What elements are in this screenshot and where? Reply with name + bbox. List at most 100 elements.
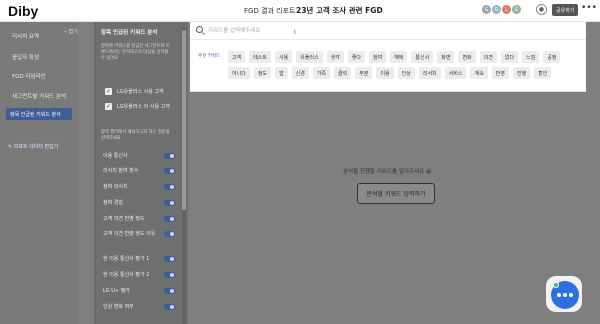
toggle-label: 참여 경험 — [103, 200, 123, 206]
filter-toggle-row[interactable]: 현 이용 통신사 평가 1 — [103, 256, 175, 263]
toggle-switch[interactable] — [164, 256, 175, 262]
keyword-search-input[interactable] — [208, 25, 508, 37]
checkbox-checked-icon[interactable]: ✓ — [105, 87, 112, 95]
toggle-label: LG U+ 평가 — [103, 288, 130, 294]
toggle-switch[interactable] — [164, 272, 175, 278]
keyword-tag[interactable]: 혜택 — [390, 51, 408, 63]
report-data-editor-link[interactable]: ✎ 리포트 데이터 편집기 — [8, 143, 58, 150]
more-menu-icon[interactable]: ••• — [581, 3, 597, 13]
panel-description: 항목에 키워드를 언급한 세그먼트와 트렌드에서는 분석하고자 대상을 선택할 … — [101, 44, 170, 61]
keyword-tag[interactable]: 가족 — [312, 67, 331, 79]
toggle-switch[interactable] — [164, 184, 175, 190]
report-data-editor-label: 리포트 데이터 편집기 — [13, 144, 59, 150]
toggle-switch[interactable] — [164, 288, 175, 294]
toggle-label: 고객 의견 반영 정도 — [103, 216, 145, 222]
filter-toggle-row[interactable]: 인상 변화 여부 — [103, 304, 175, 311]
segment-checkbox-row[interactable]: ✓ LG유플러스 사용 고객 — [105, 86, 164, 96]
checkbox-label: LG유플러스 이 사용 고객 — [117, 103, 170, 110]
toggle-label: 리서치 참여 횟수 — [103, 168, 139, 174]
app-logo[interactable]: Diby — [8, 3, 38, 19]
filter-toggle-row[interactable]: 현 이용 통신사 평가 2 — [103, 272, 175, 279]
toggle-switch[interactable] — [164, 153, 175, 159]
chat-dot — [569, 293, 573, 297]
keyword-tag[interactable]: 테스트 — [249, 51, 272, 63]
keyword-search-dropdown: I 추천 키워드 고객 테스트 사용 유플러스 생각 좋다 참여 혜택 통신사 … — [190, 22, 586, 92]
analysis-main-area: 분석을 진행할 키워드를 알려주세요 😀 분석할 키워드 입력하기 — [190, 92, 586, 324]
keyword-tag[interactable]: 계속 — [470, 67, 488, 79]
filter-toggle-row[interactable]: 고객 의견 반영 정도 — [103, 216, 175, 223]
recommended-keyword-tags: 고객 테스트 사용 유플러스 생각 좋다 참여 혜택 통신사 화면 변화 의견 … — [228, 51, 580, 79]
filter-toggle-row[interactable]: LG U+ 평가 — [103, 288, 175, 295]
keyword-tag[interactable]: 화면 — [437, 51, 455, 63]
sidebar-item-respondent-traits[interactable]: 응답자 특성 — [12, 53, 39, 61]
keyword-tag[interactable]: 정도 — [253, 67, 272, 79]
keyword-tag[interactable]: 부분 — [355, 67, 373, 79]
keyword-tag[interactable]: 진행 — [512, 67, 531, 79]
empty-state-message: 분석을 진행할 키워드를 알려주세요 😀 — [343, 169, 432, 175]
collapse-sidebar-button[interactable]: « 접기 — [64, 28, 78, 35]
keyword-tag[interactable]: 클릭 — [334, 67, 352, 79]
checkbox-checked-icon[interactable]: ✓ — [105, 102, 112, 110]
sidebar-item-keyword-analysis[interactable]: 항목 인급된 키워드 분석 — [6, 108, 72, 120]
page-title: 23년 고객 조사 관련 FGD — [296, 6, 383, 15]
keyword-tag[interactable]: 이용 — [376, 67, 394, 79]
left-sidebar: « 접기 리서치 요약 응답자 특성 FGD 타임라인 세그먼트별 키워드 분석… — [0, 22, 78, 324]
keyword-tag[interactable]: 아니다 — [228, 67, 250, 79]
enter-keyword-button[interactable]: 분석할 키워드 입력하기 — [357, 183, 435, 204]
keyword-tag[interactable]: 유플러스 — [296, 51, 323, 63]
sidebar-item-research-summary[interactable]: 리서치 요약 — [12, 32, 39, 40]
user-profile-icon[interactable]: ● — [536, 4, 547, 15]
filter-toggle-row[interactable]: 고객 의견 반영 정도 이유 — [103, 231, 175, 238]
chat-dot — [563, 293, 567, 297]
keyword-tag[interactable]: 고객 — [228, 51, 246, 63]
avatar[interactable]: L — [502, 5, 511, 14]
keyword-tag[interactable]: 의견 — [479, 51, 497, 63]
keyword-tag[interactable]: 없다 — [500, 51, 519, 63]
keyword-tag[interactable]: 인상 — [397, 67, 415, 79]
right-gutter — [586, 22, 600, 324]
toggle-switch[interactable] — [164, 216, 175, 222]
keyword-tag[interactable]: 앱 — [275, 67, 288, 79]
keyword-tag[interactable]: 사용 — [275, 51, 293, 63]
keyword-tag[interactable]: 할인 — [534, 67, 552, 79]
panel-scrollbar-thumb[interactable] — [182, 30, 186, 210]
keyword-tag[interactable]: 좋다 — [347, 51, 366, 63]
chat-dot — [557, 293, 561, 297]
keyword-tag[interactable]: 서비스 — [444, 67, 467, 79]
avatar[interactable]: G — [492, 5, 501, 14]
toggle-label: 인상 변화 여부 — [103, 304, 134, 310]
keyword-tag[interactable]: 느낌 — [522, 51, 540, 63]
breadcrumb[interactable]: FGD 결과 리포트 — [244, 6, 296, 16]
toggle-label: 현 이용 통신사 평가 1 — [103, 256, 150, 262]
keyword-tag[interactable]: 변화 — [458, 51, 476, 63]
toggle-switch[interactable] — [164, 304, 175, 310]
top-bar: Diby FGD 결과 리포트 23년 고객 조사 관련 FGD G G L G… — [0, 0, 600, 22]
sidebar-item-fgd-timeline[interactable]: FGD 타임라인 — [12, 72, 46, 80]
toggle-switch[interactable] — [164, 168, 175, 174]
keyword-tag[interactable]: 리서치 — [418, 67, 441, 79]
filter-toggle-row[interactable]: 이용 통신사 — [103, 153, 175, 160]
toggle-label: 참여 리서치 — [103, 184, 128, 190]
sidebar-item-segment-keywords[interactable]: 세그먼트별 키워드 분석 — [12, 92, 66, 100]
keyword-tag[interactable]: 생각 — [326, 51, 344, 63]
toggle-label: 고객 의견 반영 정도 이유 — [103, 231, 156, 237]
filter-toggle-row[interactable]: 참여 리서치 — [103, 184, 175, 191]
avatar[interactable]: G — [482, 5, 491, 14]
keyword-filter-panel: 항목 언급된 키워드 분석 항목에 키워드를 언급한 세그먼트와 트렌드에서는 … — [94, 22, 188, 324]
share-button[interactable]: 공유하기 — [552, 4, 579, 16]
keyword-tag[interactable]: 통신사 — [411, 51, 434, 63]
segment-checkbox-row[interactable]: ✓ LG유플러스 이 사용 고객 — [105, 101, 170, 111]
filter-toggle-row[interactable]: 리서치 참여 횟수 — [103, 168, 175, 175]
keyword-tag[interactable]: 반영 — [491, 67, 509, 79]
collaborator-avatars[interactable]: G G L G — [482, 5, 521, 14]
keyword-tag[interactable]: 공정 — [543, 51, 561, 63]
filter-toggle-row[interactable]: 참여 경험 — [103, 200, 175, 207]
toggle-switch[interactable] — [164, 200, 175, 206]
avatar[interactable]: G — [512, 5, 521, 14]
recommended-keywords-label: 추천 키워드 — [198, 54, 221, 59]
chat-online-badge — [553, 282, 559, 288]
keyword-tag[interactable]: 신경 — [291, 67, 309, 79]
text-cursor-icon: I — [294, 29, 296, 36]
toggle-switch[interactable] — [164, 231, 175, 237]
keyword-tag[interactable]: 참여 — [369, 51, 387, 63]
